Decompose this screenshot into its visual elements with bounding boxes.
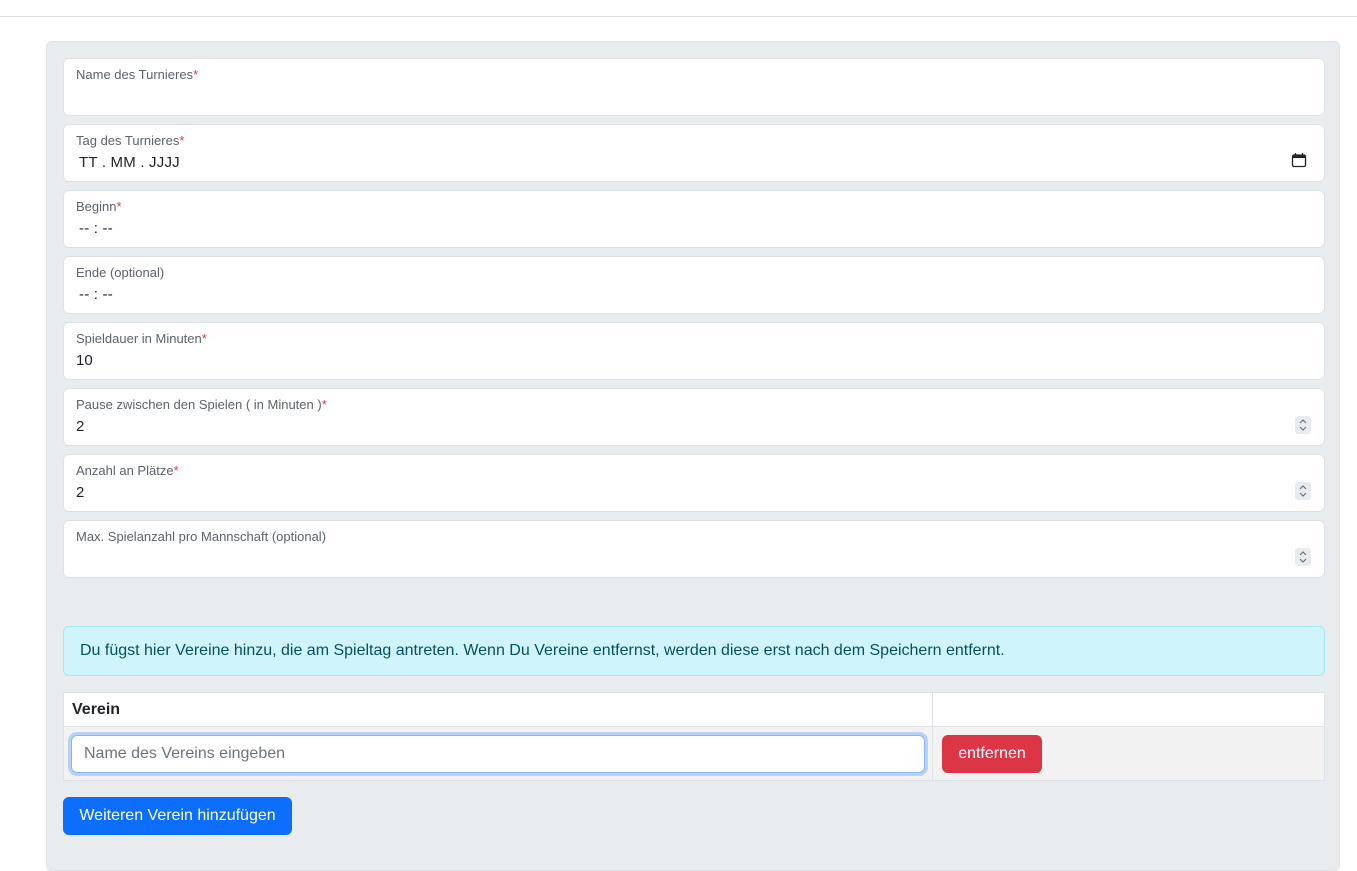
header-divider: [0, 16, 1357, 17]
table-header-row: Verein: [64, 693, 1324, 727]
table-row: entfernen: [64, 727, 1324, 780]
game-duration-field[interactable]: Spieldauer in Minuten* 10: [63, 322, 1325, 380]
tournament-name-field[interactable]: Name des Turnieres*: [63, 58, 1325, 116]
add-club-button[interactable]: Weiteren Verein hinzufügen: [63, 797, 292, 835]
break-duration-value[interactable]: 2: [76, 418, 84, 435]
field-count-value[interactable]: 2: [76, 484, 84, 501]
club-name-input[interactable]: [71, 735, 925, 773]
game-duration-value[interactable]: 10: [76, 352, 93, 369]
start-time-value[interactable]: -- : --: [79, 220, 113, 237]
start-time-label: Beginn*: [76, 199, 122, 214]
end-time-value[interactable]: -- : --: [79, 286, 113, 303]
field-count-label: Anzahl an Plätze*: [76, 463, 179, 478]
spinner-icon[interactable]: [1295, 416, 1311, 434]
remove-club-button[interactable]: entfernen: [942, 735, 1042, 773]
required-marker: *: [179, 133, 185, 148]
required-marker: *: [201, 331, 207, 346]
spinner-icon[interactable]: [1295, 482, 1311, 500]
required-marker: *: [321, 397, 327, 412]
break-duration-field[interactable]: Pause zwischen den Spielen ( in Minuten …: [63, 388, 1325, 446]
column-header-verein: Verein: [64, 693, 933, 726]
game-duration-label: Spieldauer in Minuten*: [76, 331, 207, 346]
required-marker: *: [173, 463, 179, 478]
end-time-label: Ende (optional): [76, 265, 165, 280]
spinner-icon[interactable]: [1295, 548, 1311, 566]
club-name-cell: [64, 727, 933, 780]
max-games-field[interactable]: Max. Spielanzahl pro Mannschaft (optiona…: [63, 520, 1325, 578]
required-marker: *: [116, 199, 122, 214]
calendar-icon[interactable]: [1291, 152, 1307, 168]
required-marker: *: [193, 67, 199, 82]
tournament-date-field[interactable]: Tag des Turnieres* TT . MM . JJJJ: [63, 124, 1325, 182]
max-games-label: Max. Spielanzahl pro Mannschaft (optiona…: [76, 529, 327, 544]
tournament-name-label: Name des Turnieres*: [76, 67, 199, 82]
tournament-date-value[interactable]: TT . MM . JJJJ: [79, 154, 180, 171]
info-alert: Du fügst hier Vereine hinzu, die am Spie…: [63, 626, 1325, 676]
break-duration-label: Pause zwischen den Spielen ( in Minuten …: [76, 397, 327, 412]
start-time-field[interactable]: Beginn* -- : --: [63, 190, 1325, 248]
tournament-form-card: Name des Turnieres* Tag des Turnieres* T…: [46, 41, 1340, 871]
clubs-table: Verein entfernen: [63, 692, 1325, 781]
field-count-field[interactable]: Anzahl an Plätze* 2: [63, 454, 1325, 512]
end-time-field[interactable]: Ende (optional) -- : --: [63, 256, 1325, 314]
tournament-date-label: Tag des Turnieres*: [76, 133, 185, 148]
